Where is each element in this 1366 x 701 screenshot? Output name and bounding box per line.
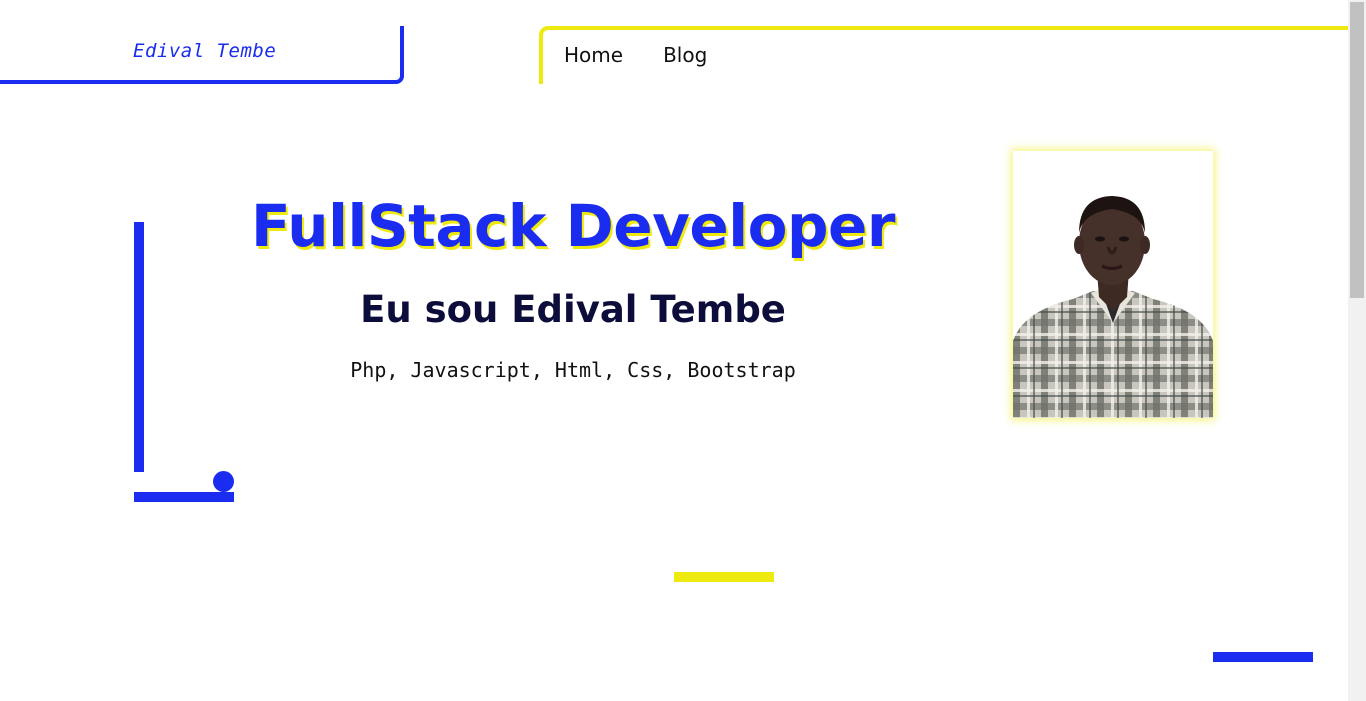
profile-photo: [1013, 151, 1213, 418]
hero-subtitle: Eu sou Edival Tembe: [360, 288, 786, 331]
scrollbar-thumb[interactable]: [1350, 2, 1364, 298]
decorative-yellow-bar: [674, 572, 774, 582]
nav-home-link[interactable]: Home: [564, 43, 623, 67]
main-nav: Home Blog: [564, 43, 707, 67]
hero-skills: Php, Javascript, Html, Css, Bootstrap: [350, 358, 796, 382]
decorative-horizontal-bar: [134, 492, 234, 502]
profile-photo-illustration: [1013, 151, 1213, 418]
brand-link[interactable]: Edival Tembe: [133, 40, 276, 62]
hero-title: FullStack Developer: [251, 192, 895, 260]
nav-blog-link[interactable]: Blog: [663, 43, 707, 67]
decorative-dot: [213, 471, 234, 492]
decorative-blue-bar: [1213, 652, 1313, 662]
